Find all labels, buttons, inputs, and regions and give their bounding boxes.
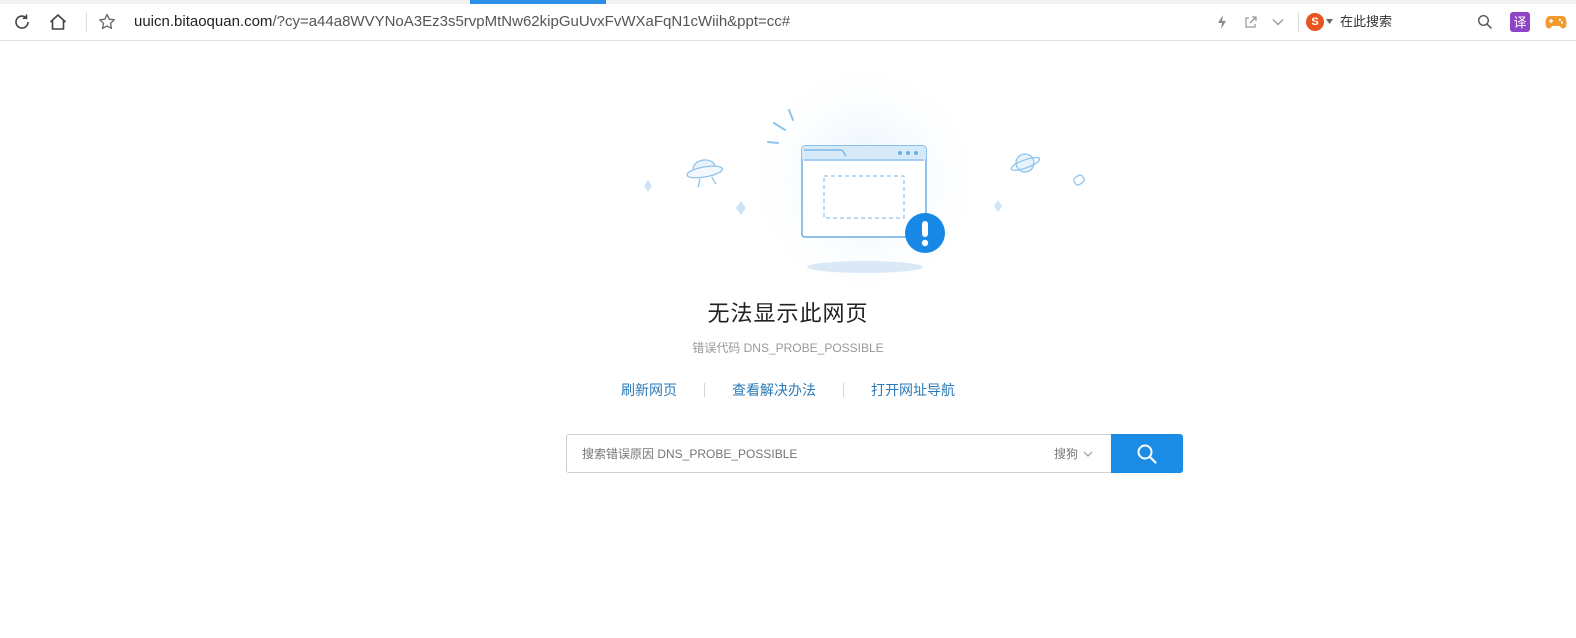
- toolbar-divider: [86, 12, 87, 32]
- shadow-ellipse: [807, 261, 923, 273]
- error-search-bar: 搜狗: [566, 434, 1183, 473]
- home-icon[interactable]: [46, 10, 70, 34]
- search-icon: [1137, 444, 1157, 464]
- window-icon: [801, 145, 927, 238]
- search-icon[interactable]: [1473, 10, 1497, 34]
- ufo-icon: [686, 159, 724, 188]
- search-engine-selector[interactable]: 搜狗: [1054, 445, 1093, 462]
- sogou-icon[interactable]: S: [1306, 13, 1324, 31]
- alert-badge-icon: [905, 213, 945, 253]
- error-illustration: [644, 70, 1085, 285]
- share-icon[interactable]: [1239, 10, 1263, 34]
- open-url-nav-link[interactable]: 打开网址导航: [844, 380, 982, 400]
- address-bar[interactable]: uuicn.bitaoquan.com/?cy=a44a8WVYNoA3Ez3s…: [134, 12, 790, 32]
- star-icon[interactable]: [95, 10, 119, 34]
- error-code: 错误代码 DNS_PROBE_POSSIBLE: [692, 341, 884, 355]
- browser-toolbar: uuicn.bitaoquan.com/?cy=a44a8WVYNoA3Ez3s…: [0, 0, 1576, 41]
- engine-dropdown-icon[interactable]: [1326, 19, 1333, 24]
- chevron-down-icon[interactable]: [1266, 10, 1290, 34]
- error-search-input[interactable]: [566, 434, 1112, 473]
- toolbar-search-box[interactable]: S 在此搜索: [1302, 9, 1502, 35]
- refresh-page-link[interactable]: 刷新网页: [594, 380, 704, 400]
- error-search-button[interactable]: [1111, 434, 1183, 473]
- chevron-down-icon: [1083, 451, 1093, 457]
- lightning-icon[interactable]: [1210, 10, 1234, 34]
- url-host: uuicn.bitaoquan.com: [134, 13, 273, 30]
- gamepad-icon[interactable]: [1544, 10, 1568, 34]
- toolbar-search-placeholder: 在此搜索: [1340, 14, 1393, 29]
- active-tab-indicator[interactable]: [470, 0, 606, 4]
- planet-icon: [1010, 153, 1041, 173]
- error-actions: 刷新网页 查看解决办法 打开网址导航: [0, 380, 1576, 400]
- error-title: 无法显示此网页: [707, 301, 869, 326]
- translate-label: 译: [1513, 14, 1527, 30]
- toolbar-divider: [1298, 12, 1299, 32]
- refresh-icon[interactable]: [10, 10, 34, 34]
- tab-strip: [0, 0, 1576, 4]
- search-engine-label: 搜狗: [1054, 447, 1079, 461]
- translate-icon[interactable]: 译: [1508, 10, 1532, 34]
- satellite-icon: [1073, 174, 1085, 186]
- url-path: /?cy=a44a8WVYNoA3Ez3s5rvpMtNw62kipGuUvxF…: [272, 13, 791, 30]
- view-solutions-link[interactable]: 查看解决办法: [705, 380, 843, 400]
